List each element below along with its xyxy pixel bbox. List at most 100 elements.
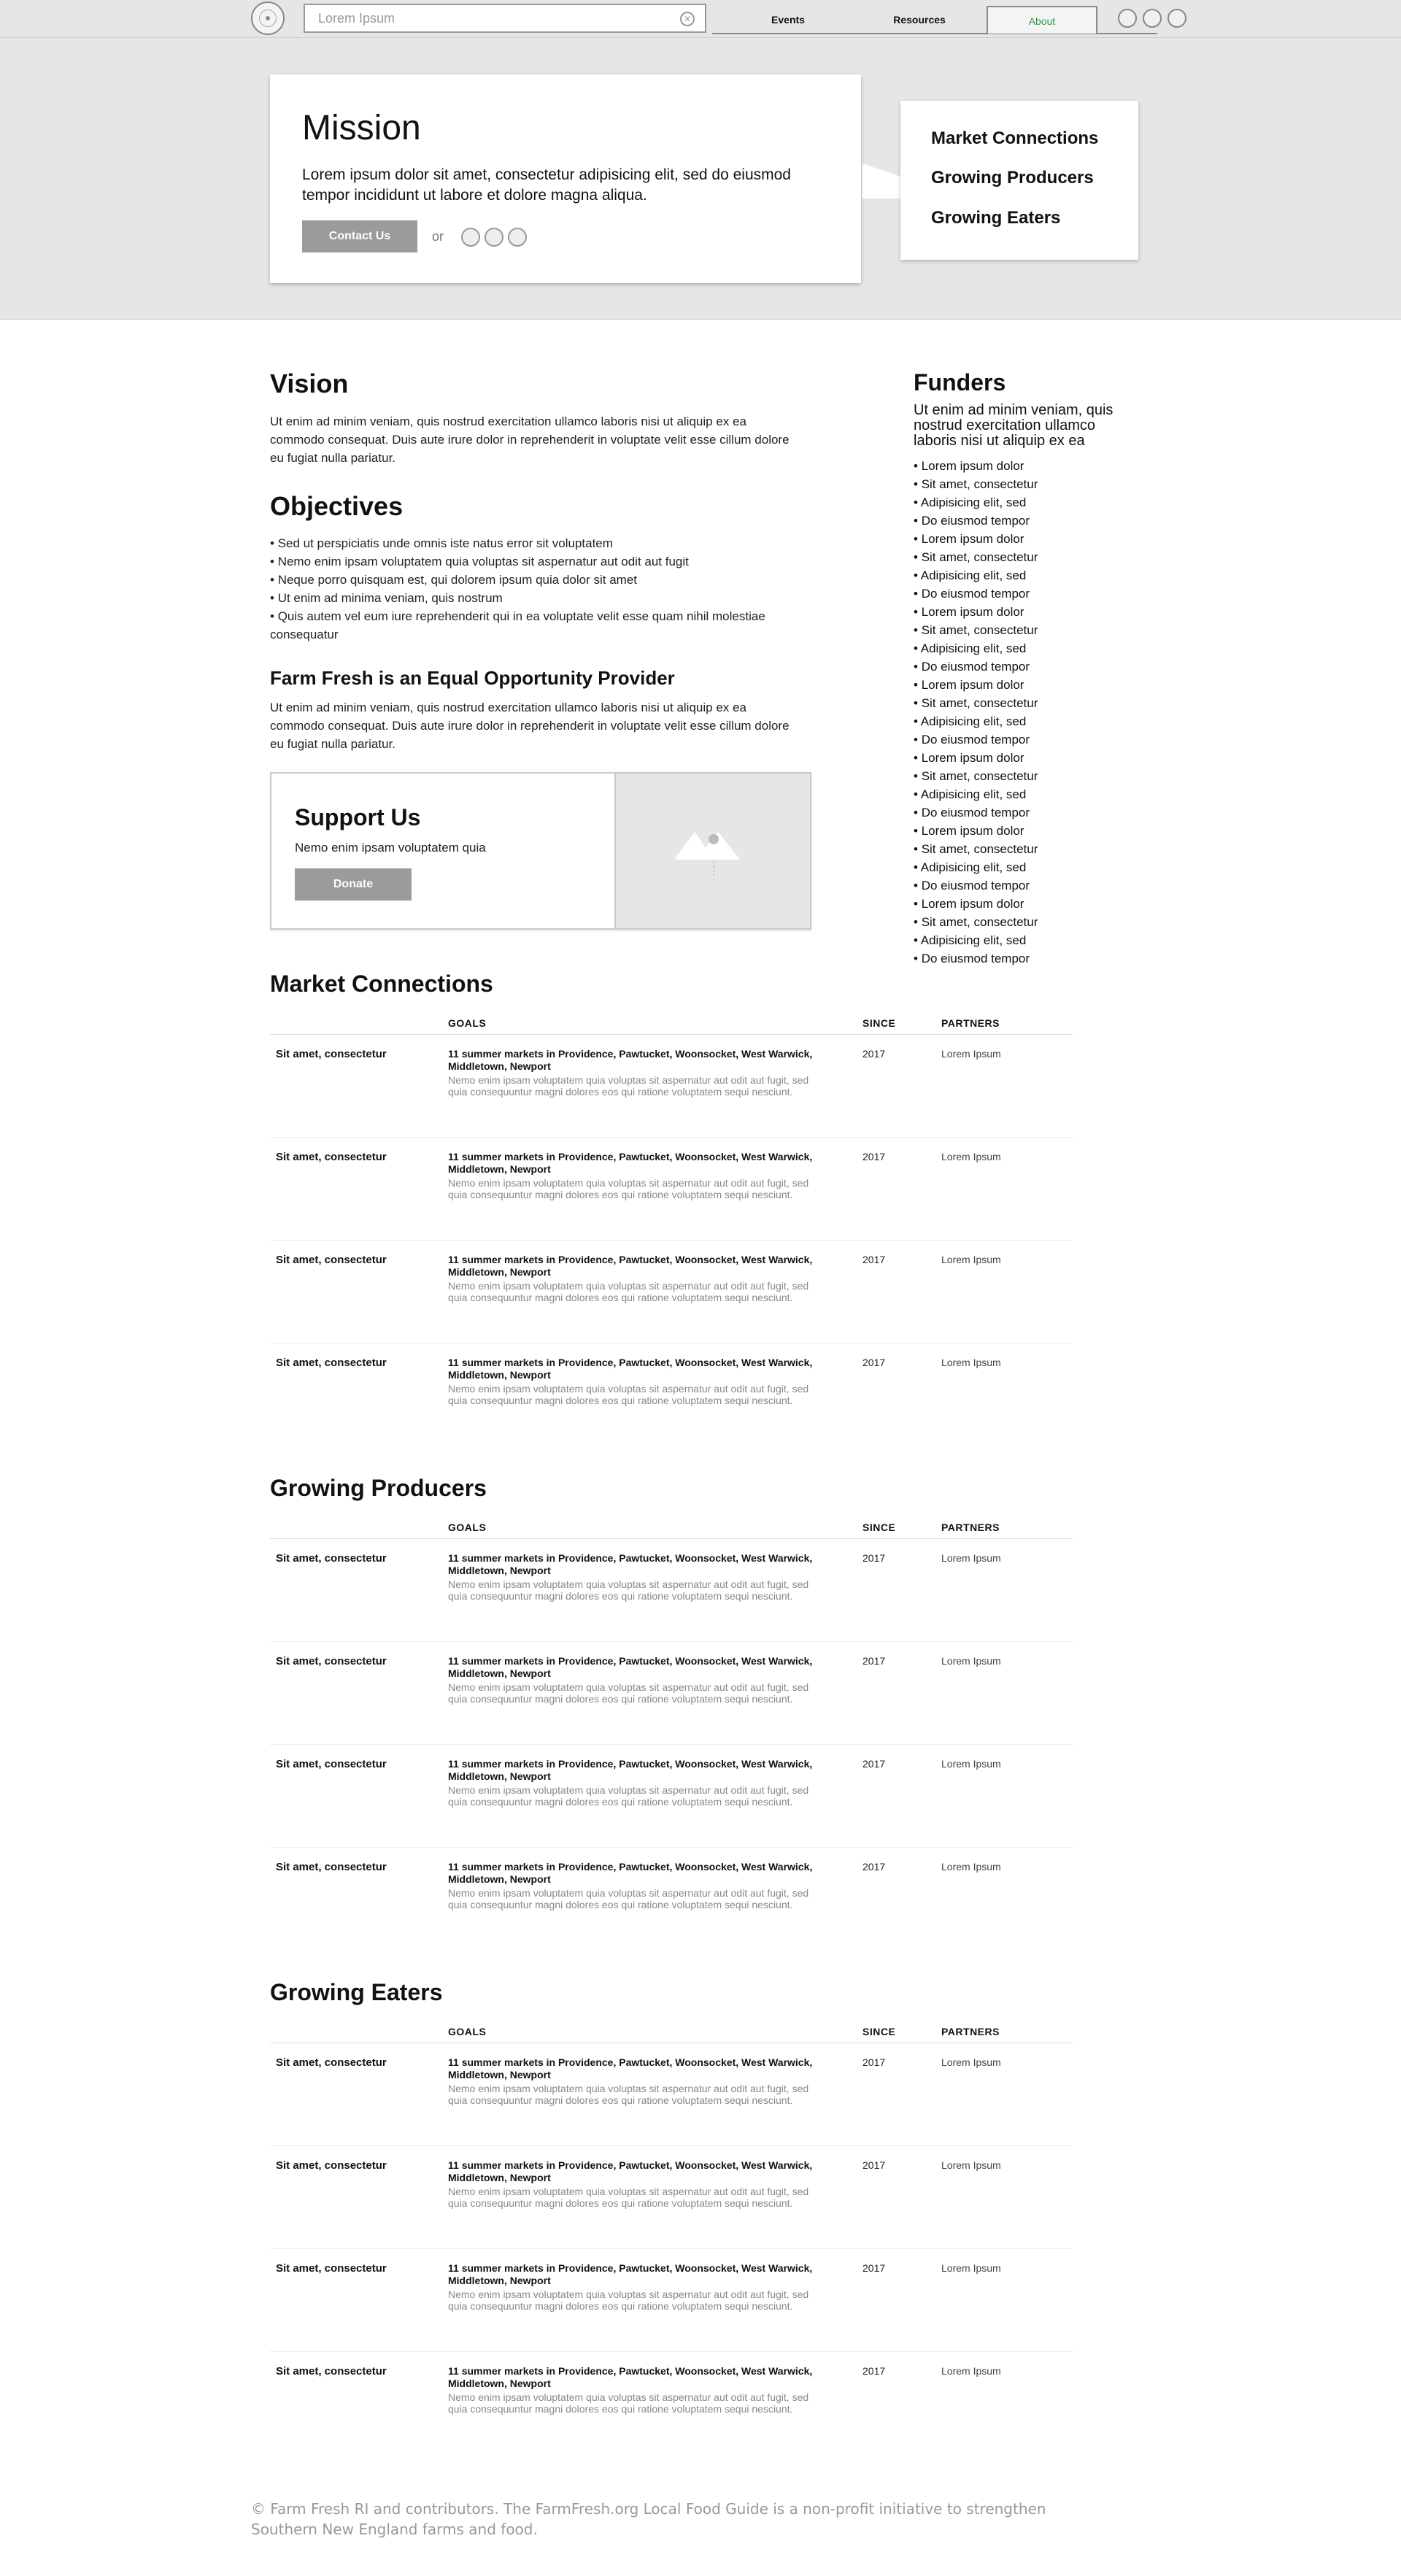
funder-item: Sit amet, consectetur — [914, 548, 1132, 566]
row-since: 2017 — [862, 2365, 886, 2377]
list-item: Quis autem vel eum iure reprehenderit qu… — [270, 607, 825, 644]
or-label: or — [432, 229, 444, 244]
list-item: Sed ut perspiciatis unde omnis iste natu… — [270, 534, 825, 552]
funder-item: Do eiusmod tempor — [914, 803, 1132, 822]
objectives-list: Sed ut perspiciatis unde omnis iste natu… — [270, 534, 825, 644]
donate-button[interactable]: Donate — [295, 868, 412, 901]
share-icon-2[interactable] — [485, 228, 503, 247]
social-icon-3[interactable] — [1168, 9, 1186, 28]
section-title: Market Connections — [270, 971, 493, 997]
row-goal: 11 summer markets in Providence, Pawtuck… — [448, 2365, 813, 2389]
row-since: 2017 — [862, 1357, 886, 1368]
support-card: Support Us Nemo enim ipsam voluptatem qu… — [270, 772, 811, 930]
row-since: 2017 — [862, 2056, 886, 2068]
table-row[interactable]: Sit amet, consectetur 11 summer markets i… — [270, 2146, 1073, 2249]
since-header: SINCE — [862, 1522, 896, 1533]
row-since: 2017 — [862, 1048, 886, 1060]
equal-opportunity-title: Farm Fresh is an Equal Opportunity Provi… — [270, 667, 675, 689]
vision-text: Ut enim ad minim veniam, quis nostrud ex… — [270, 414, 790, 465]
row-goal: 11 summer markets in Providence, Pawtuck… — [448, 1552, 813, 1576]
table-row[interactable]: Sit amet, consectetur 11 summer markets i… — [270, 1642, 1073, 1745]
row-partner: Lorem Ipsum — [941, 1552, 1001, 1564]
row-goal: 11 summer markets in Providence, Pawtuck… — [448, 1151, 813, 1175]
search-input[interactable] — [305, 5, 655, 31]
table-row[interactable]: Sit amet, consectetur 11 summer markets i… — [270, 2352, 1073, 2455]
table-row[interactable]: Sit amet, consectetur 11 summer markets i… — [270, 1848, 1073, 1951]
row-description: Nemo enim ipsam voluptatem quia voluptas… — [448, 2186, 809, 2209]
social-icon-2[interactable] — [1143, 9, 1162, 28]
row-partner: Lorem Ipsum — [941, 1758, 1001, 1770]
mission-card: Mission Lorem ipsum dolor sit amet, cons… — [270, 74, 861, 283]
goals-header: GOALS — [448, 1522, 487, 1533]
funder-item: Adipisicing elit, sed — [914, 931, 1132, 949]
funder-item: Lorem ipsum dolor — [914, 603, 1132, 621]
funder-item: Adipisicing elit, sed — [914, 493, 1132, 512]
tab-resources[interactable]: Resources — [876, 6, 963, 34]
table-row[interactable]: Sit amet, consectetur 11 summer markets i… — [270, 2043, 1073, 2146]
row-goal: 11 summer markets in Providence, Pawtuck… — [448, 2159, 813, 2183]
funder-item: Adipisicing elit, sed — [914, 566, 1132, 585]
menu-item-growing-producers[interactable]: Growing Producers — [931, 168, 1094, 188]
list-item: Ut enim ad minima veniam, quis nostrum — [270, 589, 825, 607]
menu-item-growing-eaters[interactable]: Growing Eaters — [931, 208, 1060, 228]
logo-icon[interactable] — [251, 1, 285, 35]
tab-about[interactable]: About — [987, 6, 1097, 34]
share-icon-1[interactable] — [461, 228, 480, 247]
funder-item: Do eiusmod tempor — [914, 730, 1132, 749]
table-row[interactable]: Sit amet, consectetur 11 summer markets i… — [270, 1745, 1073, 1848]
row-name: Sit amet, consectetur — [276, 1655, 387, 1667]
funders-subtitle: Ut enim ad minim veniam, quis nostrud ex… — [914, 402, 1114, 449]
table-header: GOALS SINCE PARTNERS — [270, 1004, 1073, 1035]
row-since: 2017 — [862, 1254, 886, 1265]
row-description: Nemo enim ipsam voluptatem quia voluptas… — [448, 1681, 809, 1705]
image-placeholder — [614, 774, 810, 928]
row-name: Sit amet, consectetur — [276, 1758, 387, 1770]
program-menu: Market Connections Growing Producers Gro… — [900, 101, 1138, 260]
list-item: Neque porro quisquam est, qui dolorem ip… — [270, 571, 825, 589]
row-name: Sit amet, consectetur — [276, 1151, 387, 1163]
row-since: 2017 — [862, 1151, 886, 1162]
menu-item-market-connections[interactable]: Market Connections — [931, 128, 1098, 149]
table-row[interactable]: Sit amet, consectetur 11 summer markets i… — [270, 1138, 1073, 1241]
row-since: 2017 — [862, 1655, 886, 1667]
mission-title: Mission — [302, 109, 421, 147]
funder-item: Lorem ipsum dolor — [914, 457, 1132, 475]
row-description: Nemo enim ipsam voluptatem quia voluptas… — [448, 1280, 809, 1303]
partners-header: PARTNERS — [941, 2026, 1000, 2037]
table-row[interactable]: Sit amet, consectetur 11 summer markets i… — [270, 1539, 1073, 1642]
mountain-image-icon — [674, 832, 740, 883]
contact-us-button[interactable]: Contact Us — [302, 220, 417, 252]
since-header: SINCE — [862, 1017, 896, 1029]
row-goal: 11 summer markets in Providence, Pawtuck… — [448, 1758, 813, 1782]
search-box: ✕ — [304, 4, 706, 33]
row-goal: 11 summer markets in Providence, Pawtuck… — [448, 1655, 813, 1679]
row-description: Nemo enim ipsam voluptatem quia voluptas… — [448, 2391, 809, 2415]
footer-text: © Farm Fresh RI and contributors. The Fa… — [251, 2500, 1046, 2538]
row-partner: Lorem Ipsum — [941, 1655, 1001, 1667]
row-since: 2017 — [862, 2262, 886, 2274]
partners-header: PARTNERS — [941, 1522, 1000, 1533]
table-row[interactable]: Sit amet, consectetur 11 summer markets i… — [270, 2249, 1073, 2352]
funder-item: Sit amet, consectetur — [914, 767, 1132, 785]
table-row[interactable]: Sit amet, consectetur 11 summer markets i… — [270, 1035, 1073, 1138]
tab-events[interactable]: Events — [744, 6, 832, 34]
row-name: Sit amet, consectetur — [276, 1552, 387, 1565]
table-row[interactable]: Sit amet, consectetur 11 summer markets i… — [270, 1343, 1073, 1446]
funders-title: Funders — [914, 369, 1006, 396]
row-since: 2017 — [862, 2159, 886, 2171]
list-item: Nemo enim ipsam voluptatem quia voluptas… — [270, 552, 825, 571]
row-goal: 11 summer markets in Providence, Pawtuck… — [448, 2056, 813, 2081]
row-partner: Lorem Ipsum — [941, 1357, 1001, 1368]
row-goal: 11 summer markets in Providence, Pawtuck… — [448, 1048, 813, 1072]
table-header: GOALS SINCE PARTNERS — [270, 1508, 1073, 1539]
row-since: 2017 — [862, 1758, 886, 1770]
social-icon-1[interactable] — [1118, 9, 1137, 28]
row-description: Nemo enim ipsam voluptatem quia voluptas… — [448, 1578, 809, 1602]
clear-search-icon[interactable]: ✕ — [680, 12, 695, 26]
row-description: Nemo enim ipsam voluptatem quia voluptas… — [448, 2288, 809, 2312]
support-text: Nemo enim ipsam voluptatem quia — [295, 841, 486, 855]
table-row[interactable]: Sit amet, consectetur 11 summer markets i… — [270, 1241, 1073, 1343]
share-icon-3[interactable] — [508, 228, 527, 247]
support-title: Support Us — [295, 804, 421, 830]
row-description: Nemo enim ipsam voluptatem quia voluptas… — [448, 1887, 809, 1910]
